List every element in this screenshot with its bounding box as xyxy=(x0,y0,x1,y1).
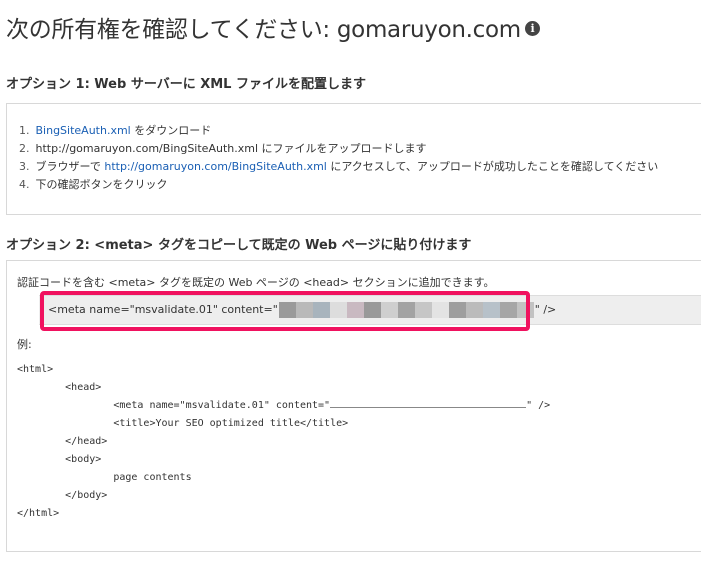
step-number: 3. xyxy=(19,160,30,173)
list-item: 2. http://gomaruyon.com/BingSiteAuth.xml … xyxy=(19,140,658,158)
info-icon[interactable]: i xyxy=(524,21,540,36)
option2-lead-text: 認証コードを含む <meta> タグを既定の Web ページの <head> セ… xyxy=(17,276,495,289)
step-number: 4. xyxy=(19,178,30,191)
step-text: にアクセスして、アップロードが成功したことを確認してください xyxy=(326,160,659,173)
code-line: </html> xyxy=(17,508,60,519)
code-line: <html> xyxy=(17,364,54,375)
code-placeholder-underline xyxy=(330,398,527,408)
code-line: <head> xyxy=(17,382,102,393)
code-line: <title>Your SEO optimized title</title> xyxy=(17,418,349,429)
code-line: <body> xyxy=(17,454,102,465)
list-item: 1. BingSiteAuth.xml をダウンロード xyxy=(19,122,658,140)
step-number: 2. xyxy=(19,142,30,155)
step-text: http://gomaruyon.com/BingSiteAuth.xml にフ… xyxy=(35,142,427,155)
option2-box: 認証コードを含む <meta> タグを既定の Web ページの <head> セ… xyxy=(6,260,701,552)
page-title: 次の所有権を確認してください: gomaruyon.com i xyxy=(6,10,540,44)
meta-tag-suffix: " /> xyxy=(534,303,557,316)
xml-url-link[interactable]: http://gomaruyon.com/BingSiteAuth.xml xyxy=(104,160,327,173)
option1-box: 1. BingSiteAuth.xml をダウンロード 2. http://goma… xyxy=(6,103,701,215)
code-line: " /> xyxy=(526,400,551,411)
step-text: をダウンロード xyxy=(130,124,212,137)
option1-title: オプション 1: Web サーバーに XML ファイルを配置します xyxy=(6,77,366,92)
code-line: </head> xyxy=(17,436,108,447)
verification-page: 次の所有権を確認してください: gomaruyon.com i オプション 1: … xyxy=(0,0,701,566)
list-item: 3. ブラウザーで http://gomaruyon.com/BingSiteAu… xyxy=(19,158,658,176)
step-number: 1. xyxy=(19,124,30,137)
option2-title: オプション 2: <meta> タグをコピーして既定の Web ページに貼り付け… xyxy=(6,238,472,253)
example-code-block: <html> <head> <meta name="msvalidate.01"… xyxy=(17,361,550,523)
highlight-frame xyxy=(40,291,530,331)
code-line: </body> xyxy=(17,490,108,501)
option1-steps: 1. BingSiteAuth.xml をダウンロード 2. http://goma… xyxy=(19,122,658,194)
list-item: 4. 下の確認ボタンをクリック xyxy=(19,176,658,194)
code-line: <meta name="msvalidate.01" content=" xyxy=(17,400,331,411)
code-line: page contents xyxy=(17,472,192,483)
step-text: 下の確認ボタンをクリック xyxy=(35,178,168,191)
step-text: ブラウザーで xyxy=(35,160,105,173)
download-xml-link[interactable]: BingSiteAuth.xml xyxy=(36,124,131,137)
page-title-text: 次の所有権を確認してください: gomaruyon.com xyxy=(6,17,521,43)
example-label: 例: xyxy=(17,338,32,351)
